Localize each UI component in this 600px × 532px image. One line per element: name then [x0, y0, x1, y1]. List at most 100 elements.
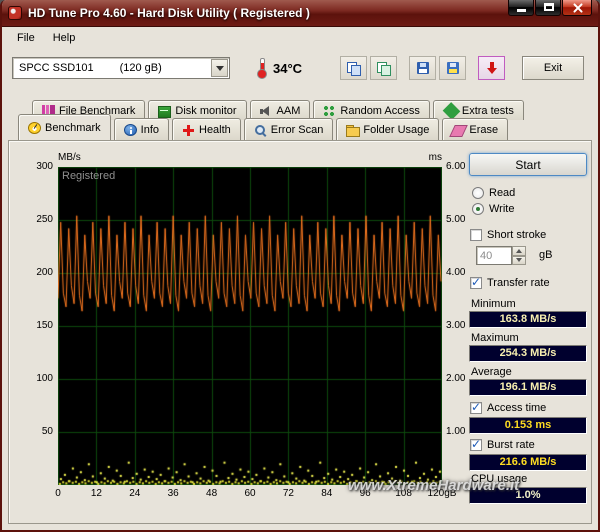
spin-up-button[interactable]: [512, 246, 526, 256]
tab-label: Disk monitor: [175, 105, 236, 117]
tab-label: AAM: [277, 105, 301, 117]
chevron-down-icon: [216, 66, 224, 71]
access-time-label: Access time: [487, 402, 546, 414]
y-axis-tick-left: 200: [23, 267, 53, 278]
random-access-icon: [323, 105, 336, 117]
copy-screenshot-button[interactable]: [340, 56, 367, 80]
x-axis-tick: 72: [268, 488, 308, 499]
x-axis-tick: 96: [345, 488, 385, 499]
drive-capacity: (120 gB): [120, 62, 162, 74]
tab-disk-monitor[interactable]: Disk monitor: [148, 100, 246, 120]
benchmark-page: MB/s ms Registered Start Read Write Shor…: [8, 140, 592, 524]
x-axis-tick: 36: [153, 488, 193, 499]
burst-rate-label: Burst rate: [487, 439, 535, 451]
download-arrow-icon: [485, 62, 498, 75]
tab-aam[interactable]: AAM: [250, 100, 311, 120]
titlebar[interactable]: HD Tune Pro 4.60 - Hard Disk Utility ( R…: [2, 0, 598, 27]
health-cross-icon: [182, 124, 195, 136]
tab-error-scan[interactable]: Error Scan: [244, 118, 334, 140]
tab-label: Random Access: [340, 105, 419, 117]
x-axis-tick: 120gB: [422, 488, 462, 499]
tab-label: Benchmark: [45, 122, 101, 134]
menu-help[interactable]: Help: [44, 29, 85, 47]
y-axis-tick-right: 2.00: [446, 373, 480, 384]
x-axis-tick: 84: [307, 488, 347, 499]
hd-tune-window: HD Tune Pro 4.60 - Hard Disk Utility ( R…: [0, 0, 600, 532]
short-stroke-checkbox[interactable]: Short stroke: [470, 229, 546, 241]
copy-text-button[interactable]: [370, 56, 397, 80]
exit-button[interactable]: Exit: [522, 56, 584, 80]
x-axis-tick: 0: [38, 488, 78, 499]
save-screenshot-button[interactable]: [409, 56, 436, 80]
left-axis-unit: MB/s: [58, 152, 81, 163]
tab-label: Error Scan: [271, 124, 324, 136]
chevron-up-icon: [516, 249, 522, 253]
maximize-icon: [544, 3, 554, 11]
drive-model: SPCC SSD101: [19, 62, 94, 74]
gauge-icon: [28, 122, 41, 134]
window-controls: [508, 0, 592, 16]
transfer-rate-checkbox[interactable]: ✓ Transfer rate: [470, 277, 550, 289]
tab-benchmark[interactable]: Benchmark: [18, 114, 111, 140]
average-value: 196.1 MB/s: [469, 379, 587, 396]
read-label: Read: [489, 187, 515, 199]
access-time-checkbox[interactable]: ✓ Access time: [470, 402, 546, 414]
tab-label: Folder Usage: [363, 124, 429, 136]
short-stroke-unit-label: gB: [539, 249, 552, 261]
minimize-icon: [517, 9, 526, 12]
checkbox-icon: ✓: [470, 439, 482, 451]
drive-select[interactable]: SPCC SSD101 (120 gB): [12, 57, 230, 79]
chevron-down-icon: [516, 258, 522, 262]
tab-folder-usage[interactable]: Folder Usage: [336, 118, 439, 140]
benchmark-chart: [58, 167, 442, 485]
right-axis-unit: ms: [412, 152, 442, 163]
update-button[interactable]: [478, 56, 505, 80]
tab-extra-tests[interactable]: Extra tests: [433, 100, 524, 120]
access-time-value: 0.153 ms: [469, 417, 587, 434]
close-button[interactable]: [562, 0, 592, 16]
x-axis-tick: 24: [115, 488, 155, 499]
read-radio[interactable]: Read: [472, 187, 515, 199]
save-text-icon: [447, 62, 459, 74]
tab-info[interactable]: Info: [114, 118, 169, 140]
x-axis-tick: 48: [192, 488, 232, 499]
radio-icon: [472, 187, 484, 199]
extra-tests-icon: [443, 102, 461, 120]
spinner: [512, 246, 526, 265]
cpu-usage-value: 1.0%: [469, 487, 587, 504]
temperature-value: 34°C: [273, 61, 302, 76]
maximize-button[interactable]: [535, 0, 561, 16]
tab-random-access[interactable]: Random Access: [313, 100, 429, 120]
x-axis-tick: 60: [230, 488, 270, 499]
tab-erase[interactable]: Erase: [442, 118, 508, 140]
app-icon: [8, 6, 22, 20]
burst-rate-checkbox[interactable]: ✓ Burst rate: [470, 439, 535, 451]
checkbox-icon: ✓: [470, 277, 482, 289]
y-axis-tick-left: 150: [23, 320, 53, 331]
minimize-button[interactable]: [508, 0, 534, 16]
check-icon: ✓: [471, 400, 481, 414]
y-axis-tick-right: 1.00: [446, 426, 480, 437]
save-text-button[interactable]: [439, 56, 466, 80]
window-title: HD Tune Pro 4.60 - Hard Disk Utility ( R…: [28, 6, 310, 20]
checkbox-icon: ✓: [470, 402, 482, 414]
spin-down-button[interactable]: [512, 256, 526, 266]
eraser-icon: [450, 125, 469, 137]
menu-file[interactable]: File: [8, 29, 44, 47]
magnifier-icon: [254, 124, 267, 136]
tab-row-primary: Benchmark Info Health Error Scan Folder …: [18, 118, 508, 140]
y-axis-tick-left: 300: [23, 161, 53, 172]
combo-dropdown-button[interactable]: [211, 59, 228, 77]
short-stroke-size-input[interactable]: [476, 246, 512, 265]
benchmark-plot: [58, 167, 442, 485]
tab-health[interactable]: Health: [172, 118, 241, 140]
tab-label: Info: [141, 124, 159, 136]
copy-text-icon: [377, 62, 390, 75]
x-axis-tick: 12: [76, 488, 116, 499]
radio-dot-icon: [476, 207, 480, 211]
maximum-label: Maximum: [471, 332, 519, 344]
y-axis-tick-left: 250: [23, 214, 53, 225]
start-button[interactable]: Start: [469, 153, 587, 176]
copy-screenshot-icon: [347, 62, 360, 75]
minimum-value: 163.8 MB/s: [469, 311, 587, 328]
